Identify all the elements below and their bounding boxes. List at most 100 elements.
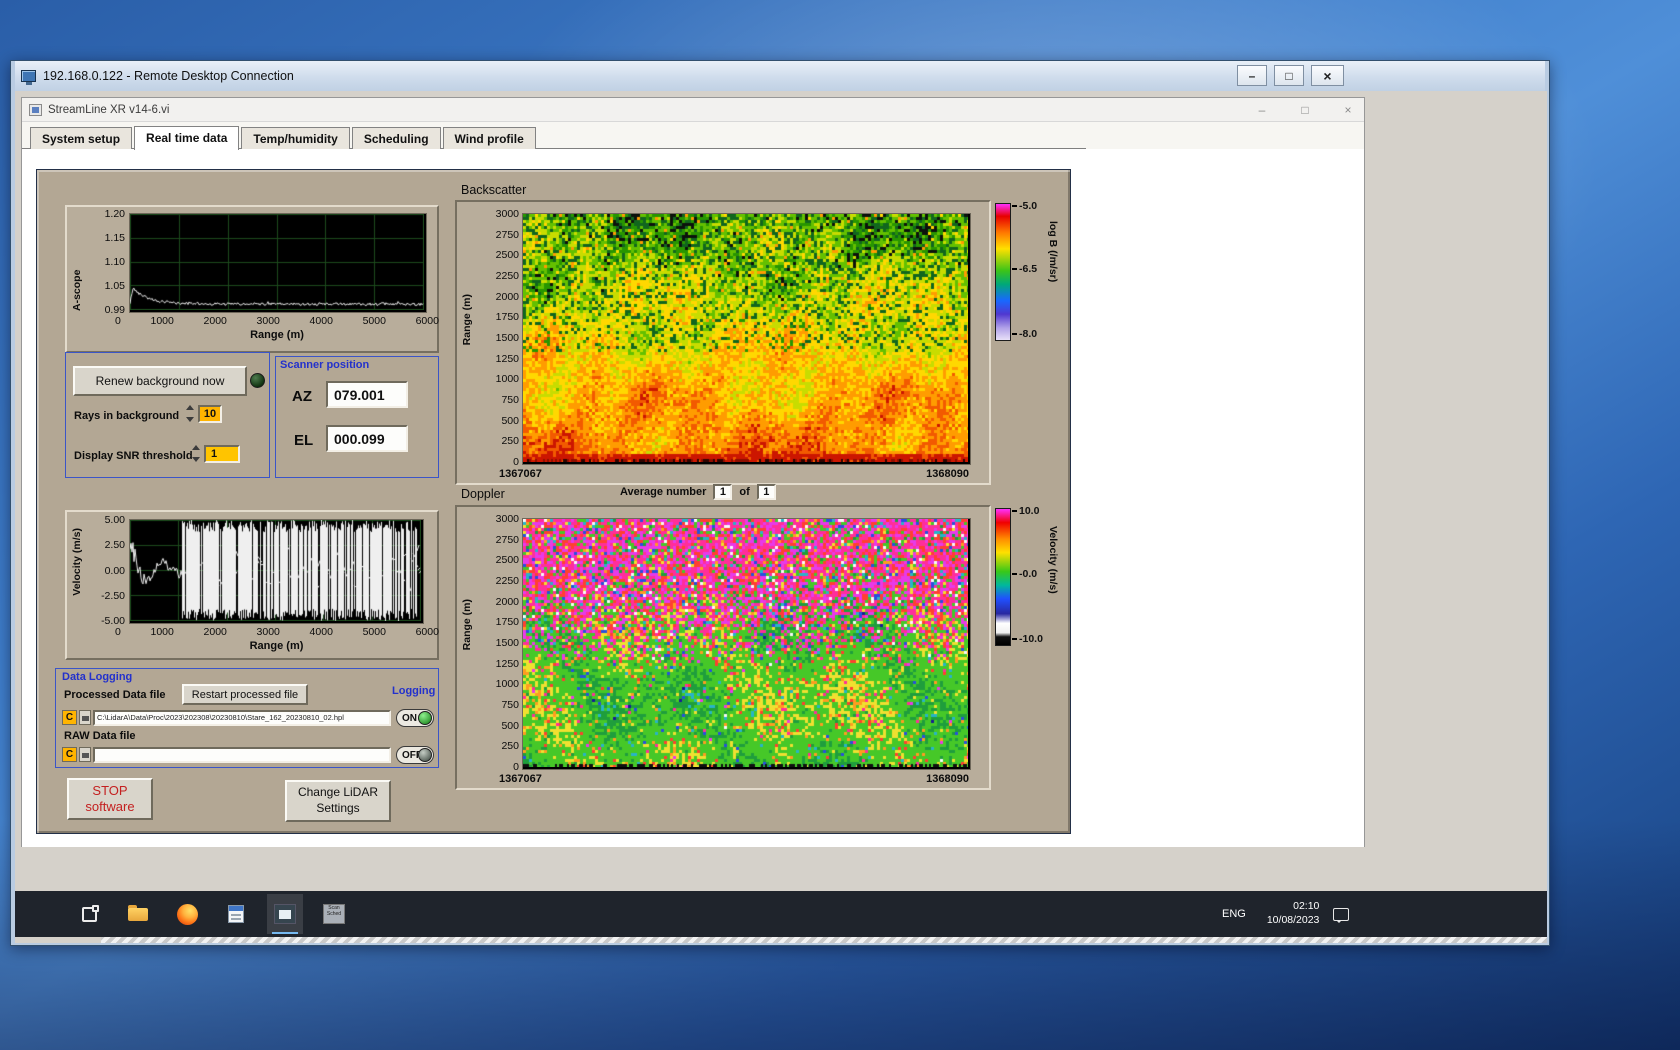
velocity-y-axis-label: Velocity (m/s)	[71, 528, 83, 596]
tick-label: 1250	[495, 352, 519, 365]
doppler-colorbar-label: Velocity (m/s)	[1047, 526, 1059, 594]
tick-label: 1000	[150, 315, 174, 327]
ascope-y-ticks: 1.20 1.15 1.10 1.05 0.99	[89, 208, 125, 316]
processed-drive-selector[interactable]: C	[62, 710, 77, 725]
document-app-button[interactable]	[218, 894, 254, 934]
snr-threshold-label: Display SNR threshold	[74, 450, 193, 462]
doppler-y-ticks: 3000 2750 2500 2250 2000 1750 1500 1250 1000 750 5…	[479, 513, 519, 773]
raw-logging-toggle[interactable]: OFF	[396, 746, 434, 764]
colorbar-tick-mark	[1012, 205, 1017, 207]
tick-label: 0	[115, 315, 121, 327]
raw-path-browse-icon[interactable]	[79, 747, 91, 762]
processed-logging-toggle[interactable]: ON	[396, 709, 434, 727]
tick-label: 1.15	[104, 232, 125, 244]
tab-system-setup[interactable]: System setup	[30, 127, 133, 149]
backscatter-y-ticks: 3000 2750 2500 2250 2000 1750 1500 1250 1000 750 5…	[479, 208, 519, 468]
tick-label: 5000	[362, 315, 386, 327]
file-explorer-button[interactable]	[120, 894, 156, 934]
snr-threshold-field[interactable]: 1	[204, 445, 240, 463]
task-view-icon	[81, 904, 99, 922]
streamline-app-icon	[274, 904, 296, 924]
clock-date: 10/08/2023	[1266, 914, 1320, 926]
tick-label: 3000	[256, 626, 280, 638]
maximize-button[interactable]: □	[1274, 65, 1304, 86]
average-number-field[interactable]: 1	[713, 484, 733, 500]
colorbar-tick-mark	[1012, 510, 1017, 512]
firefox-button[interactable]	[169, 894, 205, 934]
restart-processed-file-button[interactable]: Restart processed file	[182, 684, 308, 705]
average-total-field[interactable]: 1	[756, 484, 776, 500]
el-value-field[interactable]: 000.099	[326, 425, 408, 452]
tick-label: 1.10	[104, 256, 125, 268]
document-app-icon	[228, 905, 244, 923]
backscatter-plot	[522, 213, 971, 465]
app-maximize-button[interactable]: □	[1297, 103, 1313, 117]
close-button[interactable]: ×	[1311, 65, 1344, 86]
colorbar-tick-mark	[1012, 333, 1017, 335]
panel-area: A-scope 1.20 1.15 1.10 1.05 0.99 0 1000 2000 30…	[22, 149, 1364, 847]
tick-label: 3000	[495, 513, 519, 525]
tick-label: 1000	[495, 678, 519, 691]
ascope-y-axis-label: A-scope	[71, 269, 83, 311]
scan-scheduler-icon: Scan Sched	[323, 904, 345, 924]
tick-label: 1.05	[104, 280, 125, 292]
stop-software-button[interactable]: STOP software	[67, 778, 153, 820]
snr-spinner[interactable]	[192, 445, 201, 462]
processed-path-field[interactable]: C:\LidarA\Data\Proc\2023\202308\20230810…	[93, 710, 391, 726]
colorbar-tick-mark	[1012, 638, 1017, 640]
folder-icon	[128, 904, 148, 921]
background-controls-box: Renew background now Rays in background …	[65, 352, 270, 478]
notification-icon[interactable]	[1333, 907, 1350, 923]
az-value-field[interactable]: 079.001	[326, 381, 408, 408]
rdp-titlebar[interactable]: 192.168.0.122 - Remote Desktop Connectio…	[15, 61, 1545, 91]
tab-real-time-data[interactable]: Real time data	[134, 126, 240, 150]
ascope-plot	[129, 213, 427, 313]
colorbar-tick-label: -8.0	[1019, 328, 1038, 340]
doppler-plot	[522, 518, 971, 770]
processed-path-browse-icon[interactable]	[79, 710, 91, 725]
language-indicator[interactable]: ENG	[1215, 903, 1253, 925]
minimize-button[interactable]: –	[1237, 65, 1267, 86]
rays-spinner[interactable]	[186, 405, 195, 422]
raw-drive-selector[interactable]: C	[62, 747, 77, 762]
tick-label: 0	[115, 626, 121, 638]
tick-label: 0.00	[104, 564, 125, 577]
rays-in-background-field[interactable]: 10	[198, 405, 222, 423]
streamline-app-button[interactable]	[267, 894, 303, 934]
az-label: AZ	[292, 388, 312, 405]
raw-data-file-label: RAW Data file	[64, 730, 136, 742]
tick-label: 4000	[309, 315, 333, 327]
scan-scheduler-button[interactable]: Scan Sched	[316, 894, 352, 934]
velocity-graph: Velocity (m/s) 5.00 2.50 0.00 -2.50 -5.00 01…	[65, 510, 439, 660]
raw-path-field[interactable]	[93, 747, 391, 763]
tick-label: 3000	[495, 208, 519, 220]
el-label: EL	[294, 432, 314, 449]
tick-label: 2000	[203, 315, 227, 327]
doppler-x-end: 1368090	[926, 773, 969, 785]
tick-label: 2500	[495, 249, 519, 262]
tick-label: 250	[501, 435, 519, 448]
app-titlebar[interactable]: StreamLine XR v14-6.vi – □ ×	[22, 98, 1364, 122]
app-minimize-button[interactable]: –	[1254, 103, 1270, 117]
backscatter-x-start: 1367067	[499, 468, 542, 480]
tab-temp-humidity[interactable]: Temp/humidity	[241, 127, 350, 149]
taskbar-clock[interactable]: 02:10 10/08/2023	[1267, 900, 1320, 927]
tick-label: 1.20	[104, 208, 125, 220]
doppler-colorbar-gradient	[995, 508, 1011, 646]
tick-label: 500	[501, 414, 519, 427]
tick-label: 2000	[495, 290, 519, 303]
tab-wind-profile[interactable]: Wind profile	[442, 127, 536, 149]
change-lidar-settings-button[interactable]: Change LiDAR Settings	[285, 780, 391, 822]
doppler-heatmap	[523, 519, 968, 767]
backscatter-x-end: 1368090	[926, 468, 969, 480]
app-close-button[interactable]: ×	[1340, 103, 1356, 117]
rdp-window-title: 192.168.0.122 - Remote Desktop Connectio…	[43, 69, 294, 83]
tick-label: -2.50	[101, 589, 125, 602]
tab-scheduling[interactable]: Scheduling	[351, 127, 441, 149]
velocity-x-axis-label: Range (m)	[249, 640, 304, 652]
backscatter-colorbar-gradient	[995, 203, 1011, 341]
renew-background-button[interactable]: Renew background now	[73, 366, 247, 396]
colorbar-tick-mark	[1012, 268, 1017, 270]
task-view-button[interactable]	[71, 894, 107, 934]
tab-bar: System setup Real time data Temp/humidity S…	[22, 122, 1364, 150]
